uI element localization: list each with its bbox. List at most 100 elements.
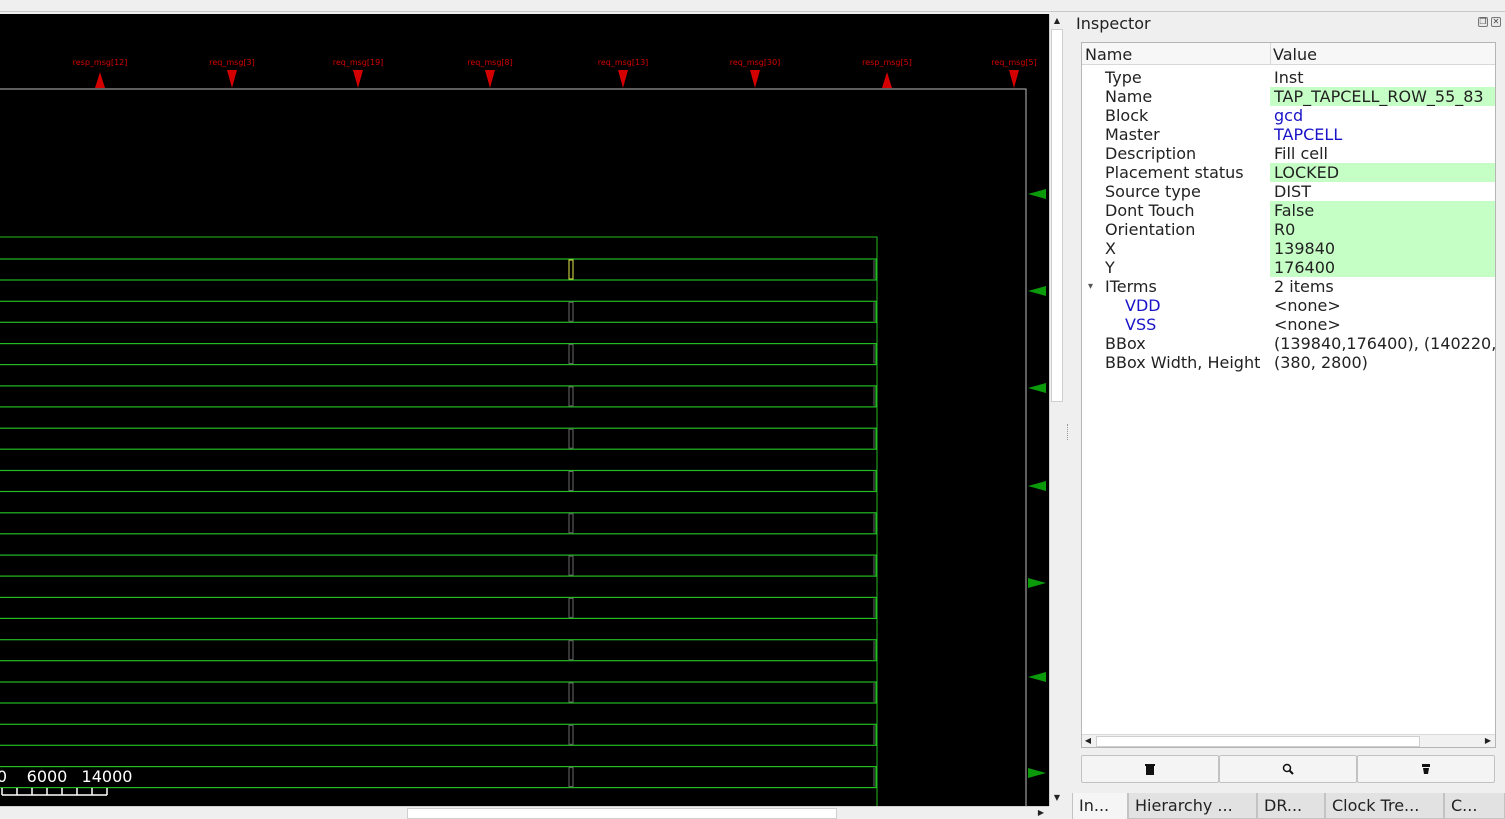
selected-tapcell <box>568 259 574 280</box>
tapcell <box>568 767 574 788</box>
property-value[interactable]: gcd <box>1270 106 1495 125</box>
pin-label: req_msg[13] <box>598 58 649 67</box>
dock-tab[interactable]: DR... <box>1257 793 1325 819</box>
io-pin <box>618 70 628 88</box>
property-row[interactable]: Name TAP_TAPCELL_ROW_55_83 <box>1082 87 1495 106</box>
property-value[interactable]: TAP_TAPCELL_ROW_55_83 <box>1270 87 1495 106</box>
close-dock-icon[interactable]: ✕ <box>1491 17 1501 27</box>
pin-label: req_msg[3] <box>209 58 254 67</box>
placement-row <box>0 596 877 620</box>
column-divider[interactable] <box>1270 43 1271 65</box>
property-row[interactable]: Y 176400 <box>1082 258 1495 277</box>
tapcell <box>568 555 574 576</box>
property-row[interactable]: Placement status LOCKED <box>1082 163 1495 182</box>
dock-tab[interactable]: Clock Tre... <box>1325 793 1444 819</box>
property-row[interactable]: VDD <none> <box>1082 296 1495 315</box>
property-row[interactable]: Source type DIST <box>1082 182 1495 201</box>
property-tree[interactable]: Name Value Type Inst Name TAP_TAPCELL_ROW_5… <box>1081 42 1496 748</box>
io-pin-right <box>1028 189 1046 199</box>
property-row[interactable]: Orientation R0 <box>1082 220 1495 239</box>
property-name: Type <box>1105 68 1142 87</box>
scale-label: 0 <box>0 767 7 786</box>
scale-label: 6000 <box>27 767 68 786</box>
value-column-header[interactable]: Value <box>1273 45 1317 64</box>
property-name: X <box>1105 239 1116 258</box>
scroll-left-icon[interactable]: ◀ <box>1083 735 1093 747</box>
tree-hscroll-thumb[interactable] <box>1096 736 1420 747</box>
property-name[interactable]: VDD <box>1125 296 1161 315</box>
tapcell <box>568 682 574 703</box>
pin-label: resp_msg[12] <box>73 58 128 67</box>
layout-vertical-scrollbar[interactable]: ▲ ▼ <box>1049 14 1064 806</box>
property-row[interactable]: Block gcd <box>1082 106 1495 125</box>
property-name: ITerms <box>1105 277 1157 296</box>
scroll-right-icon[interactable]: ▶ <box>1036 807 1046 819</box>
property-value[interactable]: 139840 <box>1270 239 1495 258</box>
dock-splitter[interactable] <box>1064 14 1072 819</box>
io-pin <box>882 72 892 88</box>
property-value[interactable]: False <box>1270 201 1495 220</box>
delete-button[interactable] <box>1081 755 1219 783</box>
dock-tab[interactable]: Hierarchy ... <box>1128 793 1257 819</box>
dock-tab[interactable]: C... <box>1444 793 1505 819</box>
name-column-header[interactable]: Name <box>1085 45 1132 64</box>
property-row[interactable]: Description Fill cell <box>1082 144 1495 163</box>
highlight-button[interactable] <box>1357 755 1495 783</box>
tapcell <box>568 640 574 661</box>
placement-row <box>0 639 877 662</box>
expand-arrow-icon[interactable]: ▾ <box>1088 281 1093 292</box>
property-name: Placement status <box>1105 163 1244 182</box>
property-row[interactable]: VSS <none> <box>1082 315 1495 334</box>
io-pin <box>750 70 760 88</box>
io-pin <box>353 70 363 88</box>
property-row[interactable]: BBox Width, Height (380, 2800) <box>1082 353 1495 372</box>
property-value[interactable]: R0 <box>1270 220 1495 239</box>
scroll-up-icon[interactable]: ▲ <box>1052 16 1062 26</box>
property-row[interactable]: BBox (139840,176400), (140220, <box>1082 334 1495 353</box>
pin-label: req_msg[8] <box>467 58 512 67</box>
property-row[interactable]: Master TAPCELL <box>1082 125 1495 144</box>
property-row[interactable]: ▾ ITerms 2 items <box>1082 277 1495 296</box>
placement-row <box>0 512 877 535</box>
property-name: BBox <box>1105 334 1146 353</box>
property-value[interactable]: 176400 <box>1270 258 1495 277</box>
dock-tab[interactable]: In... <box>1072 793 1128 819</box>
io-pin-right <box>1028 768 1046 778</box>
property-row[interactable]: X 139840 <box>1082 239 1495 258</box>
pin-label: resp_msg[5] <box>862 58 912 67</box>
io-pin-right <box>1028 578 1046 588</box>
property-name: BBox Width, Height <box>1105 353 1261 372</box>
scroll-right-icon[interactable]: ▶ <box>1483 735 1493 747</box>
property-row[interactable]: Dont Touch False <box>1082 201 1495 220</box>
top-toolbar-strip <box>0 0 1505 12</box>
property-value[interactable]: TAPCELL <box>1270 125 1495 144</box>
property-value[interactable]: LOCKED <box>1270 163 1495 182</box>
property-value: <none> <box>1274 296 1341 315</box>
inspector-panel: Inspector ❐ ✕ Name Value Type Inst Name TAP… <box>1072 12 1505 819</box>
layout-canvas[interactable]: resp_msg[12] req_msg[3] req_msg[19] req_msg… <box>0 14 1049 806</box>
tapcell <box>568 597 574 618</box>
io-pin-right <box>1028 672 1046 682</box>
property-value: (380, 2800) <box>1274 353 1368 372</box>
inspector-title: Inspector <box>1076 14 1151 33</box>
tapcell <box>568 344 574 365</box>
layout-hscroll-thumb[interactable] <box>407 808 837 819</box>
scroll-down-icon[interactable]: ▼ <box>1052 793 1062 803</box>
property-row[interactable]: Type Inst <box>1082 68 1495 87</box>
property-name: Description <box>1105 144 1197 163</box>
float-dock-icon[interactable]: ❐ <box>1478 17 1488 27</box>
layout-vscroll-thumb[interactable] <box>1051 29 1063 402</box>
zoom-to-button[interactable] <box>1219 755 1357 783</box>
tree-horizontal-scrollbar[interactable]: ◀ ▶ <box>1082 734 1495 747</box>
bottom-dock-tabs: In... Hierarchy ... DR... Clock Tre... C... <box>1072 793 1505 819</box>
layout-viewer[interactable]: resp_msg[12] req_msg[3] req_msg[19] req_msg… <box>0 14 1049 806</box>
placement-row <box>0 554 877 577</box>
layout-horizontal-scrollbar[interactable]: ▶ <box>0 806 1049 819</box>
zoom-icon <box>1282 763 1294 775</box>
tapcell <box>568 724 574 745</box>
io-pin <box>1009 70 1019 88</box>
property-name[interactable]: VSS <box>1125 315 1156 334</box>
property-name: Orientation <box>1105 220 1196 239</box>
pin-label: req_msg[30] <box>730 58 781 67</box>
splitter-grip-icon[interactable] <box>1067 424 1069 440</box>
